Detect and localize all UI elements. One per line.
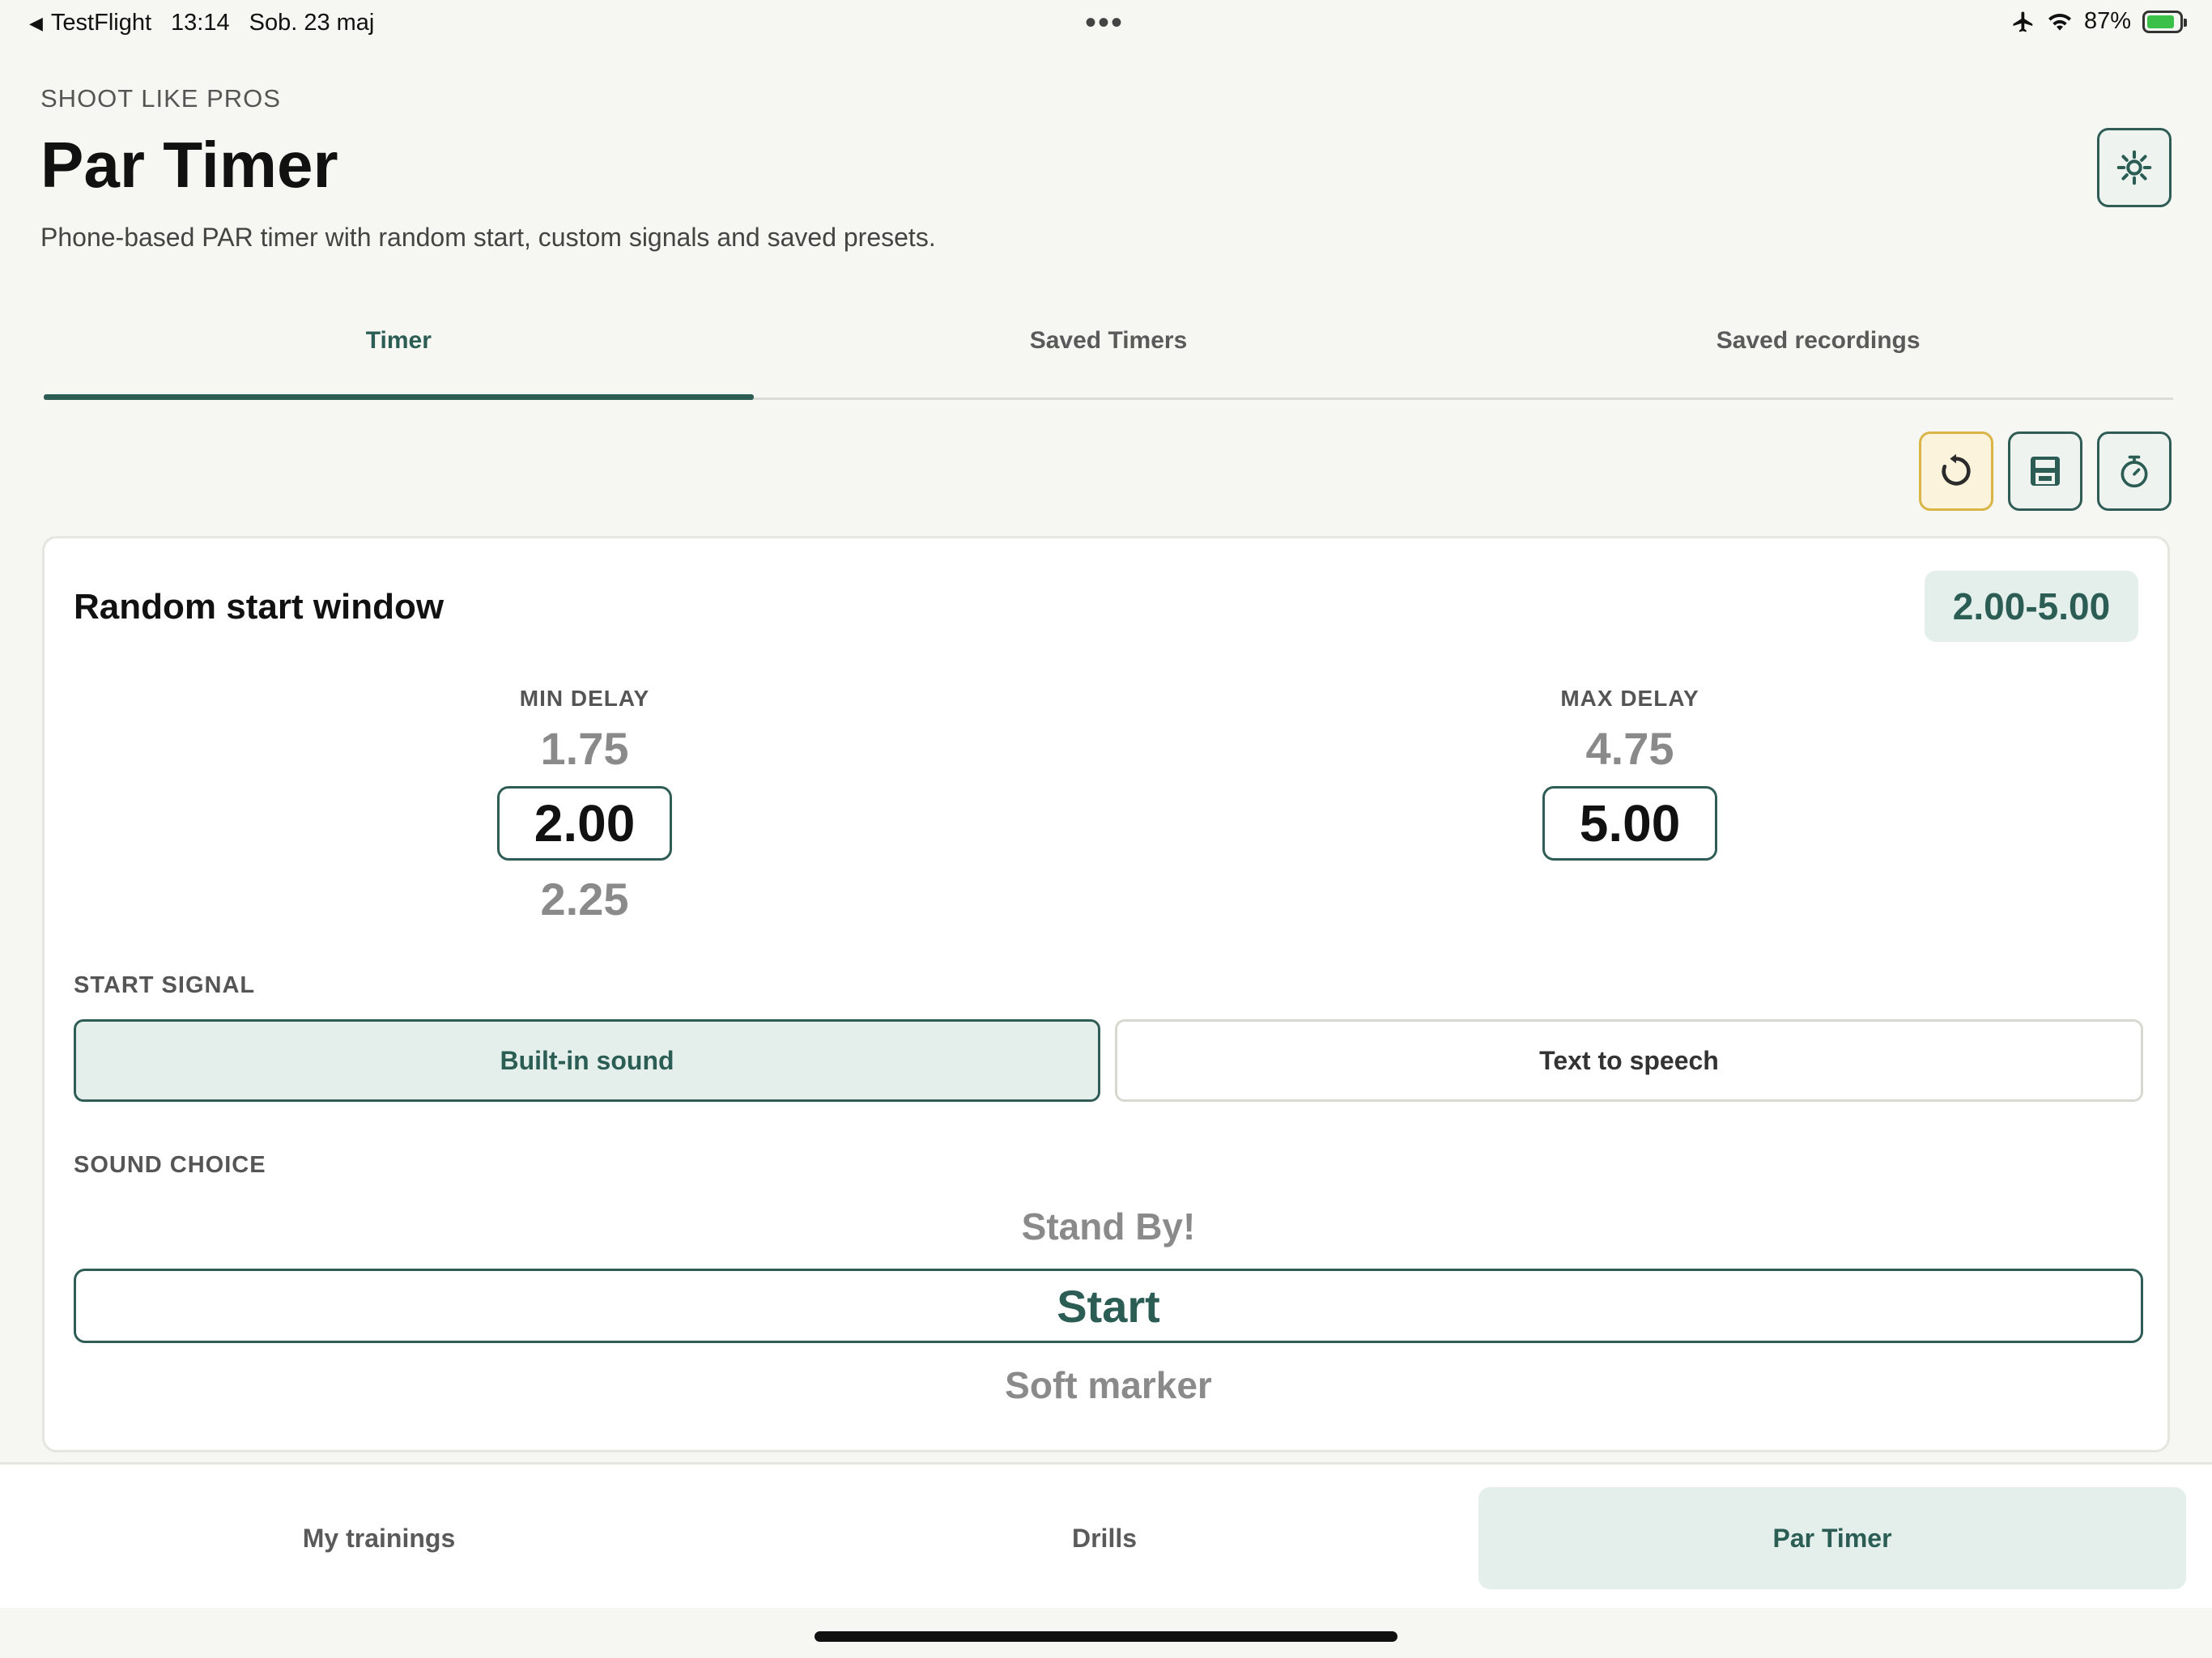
sound-selected-option[interactable]: Start: [74, 1269, 2143, 1343]
multitask-dots-icon[interactable]: •••: [1085, 6, 1124, 39]
nav-my-trainings[interactable]: My trainings: [29, 1487, 729, 1589]
wifi-icon: [2048, 13, 2071, 31]
app-screen: ◀ TestFlight 13:14 Sob. 23 maj ••• 87% S…: [0, 0, 2212, 1658]
built-in-sound-option[interactable]: Built-in sound: [74, 1019, 1100, 1102]
stopwatch-icon: [2121, 455, 2148, 488]
max-delay-picker[interactable]: MAX DELAY 4.75 5.00: [1541, 686, 1719, 925]
min-delay-prev-option[interactable]: 1.75: [496, 723, 674, 775]
text-to-speech-option[interactable]: Text to speech: [1115, 1019, 2143, 1102]
gear-icon: [2116, 150, 2152, 185]
back-arrow-icon[interactable]: ◀: [29, 13, 43, 34]
tab-saved-recordings[interactable]: Saved recordings: [1463, 300, 2173, 397]
min-delay-picker[interactable]: MIN DELAY 1.75 2.00 2.25: [496, 686, 674, 925]
status-bar: ◀ TestFlight 13:14 Sob. 23 maj ••• 87%: [0, 0, 2212, 49]
max-delay-next-option[interactable]: [1541, 874, 1719, 925]
timer-settings-card: Random start window 2.00-5.00 MIN DELAY …: [42, 536, 2170, 1452]
nav-par-timer[interactable]: Par Timer: [1478, 1487, 2186, 1589]
sound-next-option[interactable]: Soft marker: [74, 1359, 2143, 1411]
page-title: Par Timer: [40, 129, 338, 201]
battery-cap: [2184, 18, 2187, 27]
start-signal-label: START SIGNAL: [74, 972, 256, 998]
status-time: 13:14: [171, 10, 230, 36]
reset-icon: [1942, 453, 1971, 486]
min-delay-next-option[interactable]: 2.25: [496, 874, 674, 925]
page-subtitle: Phone-based PAR timer with random start,…: [40, 223, 936, 252]
max-delay-label: MAX DELAY: [1560, 686, 1699, 711]
reset-button[interactable]: [1919, 432, 1993, 511]
back-app-label[interactable]: TestFlight: [51, 10, 151, 36]
save-icon: [2031, 457, 2060, 486]
max-delay-prev-option[interactable]: 4.75: [1541, 723, 1719, 775]
status-left: ◀ TestFlight 13:14 Sob. 23 maj: [29, 10, 374, 36]
bottom-navigation: My trainings Drills Par Timer: [0, 1462, 2212, 1608]
timer-toolbar: [1919, 432, 2172, 511]
status-right: 87%: [2011, 8, 2187, 35]
home-indicator[interactable]: [815, 1631, 1397, 1642]
max-delay-selected-value[interactable]: 5.00: [1542, 786, 1717, 861]
sound-prev-option[interactable]: Stand By!: [74, 1201, 2143, 1252]
min-delay-selected-value[interactable]: 2.00: [497, 786, 672, 861]
battery-percent: 87%: [2083, 8, 2131, 34]
tab-bar: Timer Saved Timers Saved recordings: [44, 300, 2173, 400]
status-date: Sob. 23 maj: [249, 10, 375, 36]
min-delay-label: MIN DELAY: [519, 686, 650, 711]
settings-button[interactable]: [2097, 128, 2172, 207]
battery-charging-icon: [2142, 10, 2187, 33]
stopwatch-button[interactable]: [2097, 432, 2172, 511]
sound-choice-picker[interactable]: Stand By! Start Soft marker: [74, 1201, 2143, 1411]
tab-saved-timers[interactable]: Saved Timers: [754, 300, 1464, 397]
tab-timer[interactable]: Timer: [44, 300, 754, 400]
sound-choice-label: SOUND CHOICE: [74, 1152, 266, 1178]
airplane-icon: [2013, 11, 2033, 32]
card-title: Random start window: [74, 587, 445, 627]
battery-level-fill: [2147, 15, 2175, 28]
nav-drills[interactable]: Drills: [753, 1487, 1456, 1589]
app-eyebrow: SHOOT LIKE PROS: [40, 84, 281, 113]
delay-range-badge: 2.00-5.00: [1925, 571, 2138, 642]
save-button[interactable]: [2008, 432, 2082, 511]
